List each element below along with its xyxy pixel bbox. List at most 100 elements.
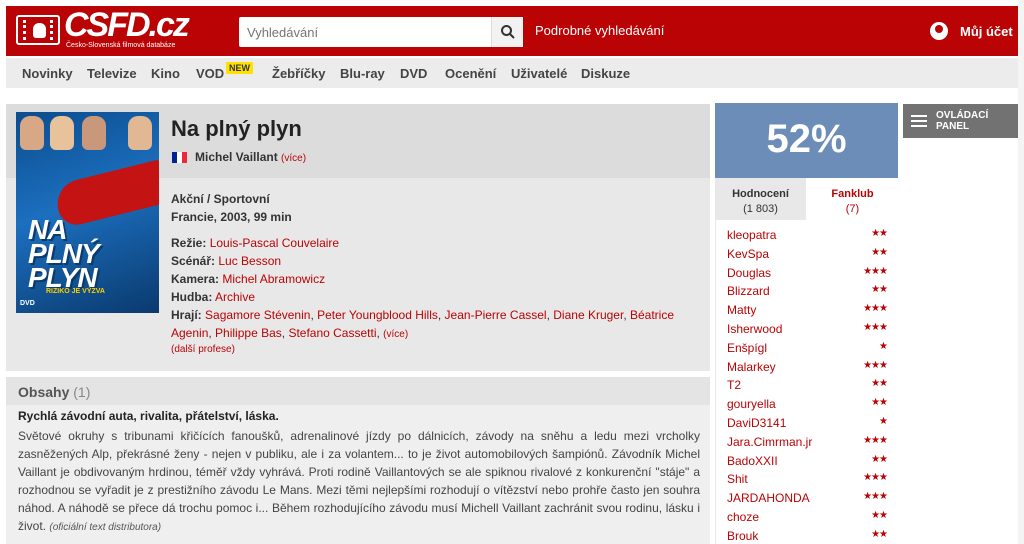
menu-icon xyxy=(911,115,927,127)
nav-item-zebricky[interactable]: Žebříčky xyxy=(272,66,325,81)
cast-link[interactable]: Philippe Bas xyxy=(215,326,282,340)
top-header: CSFD.cz Česko-Slovenská filmová databáze… xyxy=(6,6,1018,56)
new-badge: NEW xyxy=(226,62,253,74)
search-box xyxy=(239,17,523,47)
rating-stars: ★★★ xyxy=(863,491,888,503)
plot-box: Obsahy (1) Rychlá závodní auta, rivalita… xyxy=(6,377,710,544)
director-label: Režie: xyxy=(171,236,207,250)
account-label: Můj účet xyxy=(960,24,1013,39)
cast-more-link[interactable]: (více) xyxy=(383,329,408,340)
search-icon xyxy=(501,25,515,39)
cast-link[interactable]: Jean-Pierre Cassel xyxy=(445,308,547,322)
plot-lead: Rychlá závodní auta, rivalita, přátelstv… xyxy=(18,409,279,423)
music-label: Hudba: xyxy=(171,290,213,304)
site-logo[interactable]: CSFD.cz Česko-Slovenská filmová databáze xyxy=(16,6,191,52)
rating-stars: ★★★ xyxy=(863,359,888,371)
rating-row: Brouk ★★ xyxy=(716,527,899,544)
camera-link[interactable]: Michel Abramowicz xyxy=(222,272,325,286)
nav-item-uzivatele[interactable]: Uživatelé xyxy=(511,66,567,81)
rating-user-link[interactable]: choze xyxy=(727,510,759,524)
plot-body: Světové okruhy s tribunami křičících fan… xyxy=(18,429,700,533)
cast-label: Hrají: xyxy=(171,308,202,322)
account-button[interactable]: Můj účet xyxy=(918,6,1018,56)
screenplay-link[interactable]: Luc Besson xyxy=(218,254,281,268)
nav-item-bluray[interactable]: Blu-ray xyxy=(340,66,385,81)
france-flag-icon xyxy=(172,152,187,163)
logo-subtitle: Česko-Slovenská filmová databáze xyxy=(66,42,176,49)
poster-title: NA PLNÝ PLYN xyxy=(28,214,100,293)
search-input[interactable] xyxy=(239,17,489,47)
plot-source: (oficiální text distributora) xyxy=(49,522,162,533)
rating-user-link[interactable]: Douglas xyxy=(727,266,771,280)
rating-row: DaviD3141 ★ xyxy=(716,414,899,433)
music-link[interactable]: Archive xyxy=(215,290,255,304)
advanced-search-link[interactable]: Podrobné vyhledávání xyxy=(535,23,664,38)
rating-user-link[interactable]: BadoXXII xyxy=(727,454,778,468)
rating-stars: ★★ xyxy=(871,246,888,258)
rating-user-link[interactable]: JARDAHONDA xyxy=(727,491,810,505)
rating-user-link[interactable]: gouryella xyxy=(727,397,776,411)
rating-row: T2 ★★ xyxy=(716,376,899,395)
film-poster[interactable]: NA PLNÝ PLYN RIZIKO JE VÝZVA DVD xyxy=(16,112,159,313)
rating-stars: ★★★ xyxy=(863,434,888,446)
rating-user-link[interactable]: Blizzard xyxy=(727,284,770,298)
rating-row: Jara.Cimrman.jr ★★★ xyxy=(716,433,899,452)
nav-item-kino[interactable]: Kino xyxy=(151,66,180,81)
rating-user-link[interactable]: Malarkey xyxy=(727,360,776,374)
plot-heading: Obsahy (1) xyxy=(18,384,90,400)
cast-link[interactable]: Peter Youngblood Hills xyxy=(317,308,438,322)
rating-stars: ★★ xyxy=(871,510,888,521)
rating-stars: ★★ xyxy=(871,378,888,390)
alt-title-more-link[interactable]: (více) xyxy=(281,153,306,164)
cast-link[interactable]: Diane Kruger xyxy=(553,308,623,322)
rating-user-link[interactable]: Matty xyxy=(727,303,756,317)
plot-count: (1) xyxy=(73,384,91,400)
cast-link[interactable]: Sagamore Stévenin xyxy=(205,308,310,322)
page-scrollbar[interactable] xyxy=(1018,0,1024,544)
plot-heading-text: Obsahy xyxy=(18,384,70,400)
rating-percent: 52% xyxy=(766,117,847,161)
rating-user-link[interactable]: Isherwood xyxy=(727,322,782,336)
film-origin: Francie, 2003, 99 min xyxy=(171,210,292,224)
rating-row: choze ★★ xyxy=(716,508,899,527)
rating-tabs: Hodnocení (1 803) Fanklub (7) xyxy=(715,178,898,220)
rating-user-link[interactable]: T2 xyxy=(727,378,741,392)
rating-user-link[interactable]: DaviD3141 xyxy=(727,416,786,430)
plot-text: Světové okruhy s tribunami křičících fan… xyxy=(18,427,700,537)
nav-item-diskuze[interactable]: Diskuze xyxy=(581,66,630,81)
film-genre: Akční / Sportovní xyxy=(171,192,270,206)
other-professions-link[interactable]: (další profese) xyxy=(171,344,235,355)
rating-user-link[interactable]: kleopatra xyxy=(727,228,776,242)
rating-row: KevSpa ★★ xyxy=(716,245,899,264)
rating-user-link[interactable]: KevSpa xyxy=(727,247,769,261)
tab-fanclub[interactable]: Fanklub (7) xyxy=(807,178,898,220)
rating-user-link[interactable]: Enšpígl xyxy=(727,341,767,355)
director-link[interactable]: Louis-Pascal Couvelaire xyxy=(210,236,339,250)
film-title: Na plný plyn xyxy=(171,116,302,141)
screenplay-label: Scénář: xyxy=(171,254,216,268)
nav-item-dvd[interactable]: DVD xyxy=(400,66,427,81)
rating-stars: ★ xyxy=(879,340,888,352)
rating-stars: ★★ xyxy=(871,397,888,409)
rating-user-link[interactable]: Shit xyxy=(727,472,748,486)
tab-ratings[interactable]: Hodnocení (1 803) xyxy=(715,178,806,220)
nav-item-novinky[interactable]: Novinky xyxy=(22,66,73,81)
nav-item-televize[interactable]: Televize xyxy=(87,66,137,81)
rating-row: Shit ★★★ xyxy=(716,470,899,489)
rating-user-link[interactable]: Jara.Cimrman.jr xyxy=(727,435,812,449)
film-creators: Režie: Louis-Pascal Couvelaire Scénář: L… xyxy=(171,236,675,340)
nav-item-vod[interactable]: VOD xyxy=(196,66,224,81)
rating-stars: ★★ xyxy=(871,453,888,465)
logo-film-icon xyxy=(16,15,60,45)
nav-item-oceneni[interactable]: Ocenění xyxy=(445,66,496,81)
rating-user-link[interactable]: Brouk xyxy=(727,529,758,543)
cast-link[interactable]: Stefano Cassetti xyxy=(288,326,376,340)
rating-stars: ★★ xyxy=(871,528,888,540)
main-nav: Novinky Televize Kino VOD NEW Žebříčky B… xyxy=(6,58,1018,88)
rating-stars: ★ xyxy=(879,416,888,427)
control-panel-button[interactable]: OVLÁDACÍ PANEL xyxy=(903,104,1018,138)
alt-title-text: Michel Vaillant xyxy=(195,150,278,164)
rating-stars: ★★★ xyxy=(863,265,888,277)
control-panel-label: OVLÁDACÍ PANEL xyxy=(936,110,989,132)
search-button[interactable] xyxy=(491,17,523,47)
